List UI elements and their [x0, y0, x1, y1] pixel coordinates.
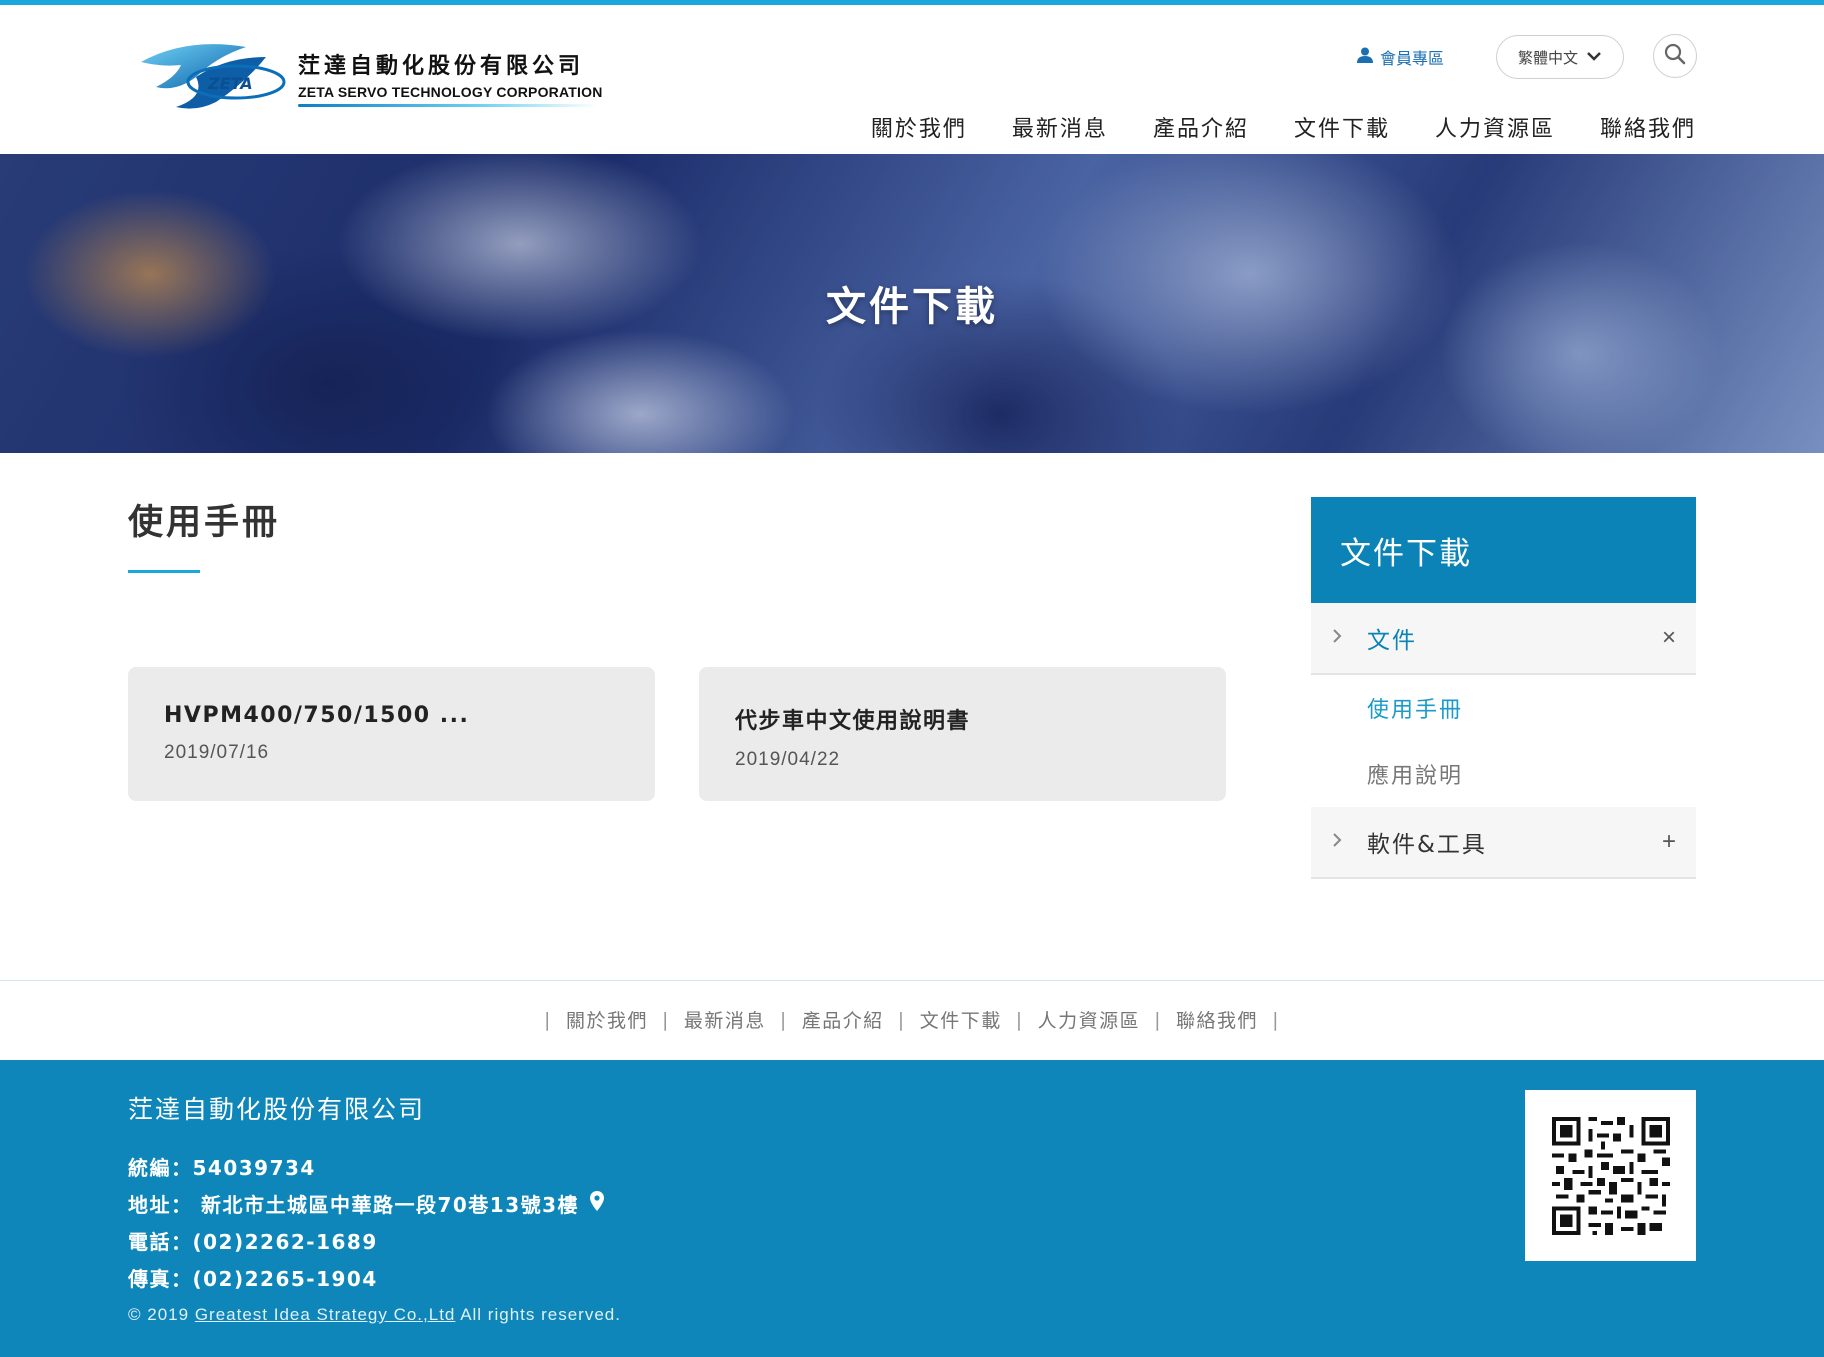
qr-code [1525, 1090, 1696, 1261]
map-pin-icon[interactable] [589, 1190, 605, 1217]
document-title: HVPM400/750/1500 ... [164, 703, 470, 728]
copyright-link[interactable]: Greatest Idea Strategy Co.,Ltd [195, 1305, 456, 1324]
main-nav: 關於我們 最新消息 產品介紹 文件下載 人力資源區 聯絡我們 [871, 111, 1696, 143]
title-underline [128, 570, 200, 573]
document-card[interactable]: HVPM400/750/1500 ... 2019/07/16 [128, 667, 655, 801]
footer-nav: | 關於我們 | 最新消息 | 產品介紹 | 文件下載 | 人力資源區 | 聯絡… [0, 1006, 1824, 1033]
svg-text:ZETA: ZETA [207, 74, 253, 93]
nav-news[interactable]: 最新消息 [1012, 111, 1108, 143]
copyright: © 2019 Greatest Idea Strategy Co.,Ltd Al… [128, 1305, 621, 1324]
sidebar-item-label: 文件 [1367, 628, 1417, 654]
plus-icon[interactable]: + [1662, 828, 1676, 856]
member-area-label: 會員專區 [1380, 51, 1445, 68]
logo-swoosh [298, 103, 598, 107]
page-title: 使用手冊 [128, 503, 281, 543]
page-banner: 文件下載 [0, 154, 1824, 453]
sidebar-subitem-manuals[interactable]: 使用手冊 [1311, 675, 1696, 741]
member-area-link[interactable]: 會員專區 [1356, 45, 1444, 69]
sidebar-subitem-app-notes[interactable]: 應用說明 [1311, 741, 1696, 807]
footer-nav-downloads[interactable]: 文件下載 [920, 1006, 1002, 1033]
document-date: 2019/07/16 [164, 742, 270, 763]
logo-company-name-en: ZETA SERVO TECHNOLOGY CORPORATION [298, 83, 603, 100]
nav-about[interactable]: 關於我們 [871, 111, 967, 143]
chevron-right-icon [1331, 625, 1367, 651]
nav-products[interactable]: 產品介紹 [1153, 111, 1249, 143]
search-icon [1663, 42, 1687, 71]
search-button[interactable] [1653, 34, 1697, 78]
nav-downloads[interactable]: 文件下載 [1294, 111, 1390, 143]
footer-nav-products[interactable]: 產品介紹 [802, 1006, 884, 1033]
footer-fax: 傳真：(02)2265-1904 [128, 1267, 378, 1291]
nav-contact[interactable]: 聯絡我們 [1600, 111, 1696, 143]
document-card[interactable]: 代步車中文使用說明書 2019/04/22 [699, 667, 1226, 801]
site-logo[interactable]: ZETA 茳達自動化股份有限公司 ZETA SERVO TECHNOLOGY C… [136, 37, 616, 117]
language-select[interactable]: 繁體中文 [1496, 35, 1624, 79]
footer-nav-about[interactable]: 關於我們 [566, 1006, 648, 1033]
chevron-right-icon [1331, 829, 1367, 855]
chevron-down-icon [1586, 49, 1602, 66]
footer-tax-id: 統編：54039734 [128, 1156, 316, 1180]
nav-careers[interactable]: 人力資源區 [1435, 111, 1555, 143]
site-header: ZETA 茳達自動化股份有限公司 ZETA SERVO TECHNOLOGY C… [0, 5, 1824, 154]
sidebar-item-software-tools[interactable]: 軟件&工具 + [1311, 807, 1696, 879]
zeta-logo-mark-icon: ZETA [136, 37, 296, 117]
close-icon[interactable]: × [1662, 624, 1676, 652]
footer-company-name: 茳達自動化股份有限公司 [128, 1095, 426, 1124]
footer-address: 地址： 新北市土城區中華路一段70巷13號3樓 [128, 1189, 605, 1218]
sidebar-item-documents[interactable]: 文件 × [1311, 603, 1696, 675]
document-date: 2019/04/22 [735, 749, 841, 770]
sidebar-item-label: 軟件&工具 [1367, 832, 1487, 858]
sidebar-title: 文件下載 [1311, 497, 1696, 603]
banner-title: 文件下載 [826, 284, 998, 330]
sidebar: 文件下載 文件 × 使用手冊 應用說明 軟件&工具 + [1311, 497, 1696, 879]
footer-nav-news[interactable]: 最新消息 [684, 1006, 766, 1033]
site-footer: 茳達自動化股份有限公司 統編：54039734 地址： 新北市土城區中華路一段7… [0, 1060, 1824, 1357]
footer-divider [0, 980, 1824, 981]
footer-nav-contact[interactable]: 聯絡我們 [1176, 1006, 1258, 1033]
document-title: 代步車中文使用說明書 [735, 709, 971, 734]
user-icon [1356, 46, 1374, 69]
footer-phone: 電話：(02)2262-1689 [128, 1230, 378, 1254]
logo-company-name: 茳達自動化股份有限公司 [298, 53, 585, 79]
footer-nav-careers[interactable]: 人力資源區 [1038, 1006, 1141, 1033]
language-label: 繁體中文 [1517, 49, 1578, 67]
